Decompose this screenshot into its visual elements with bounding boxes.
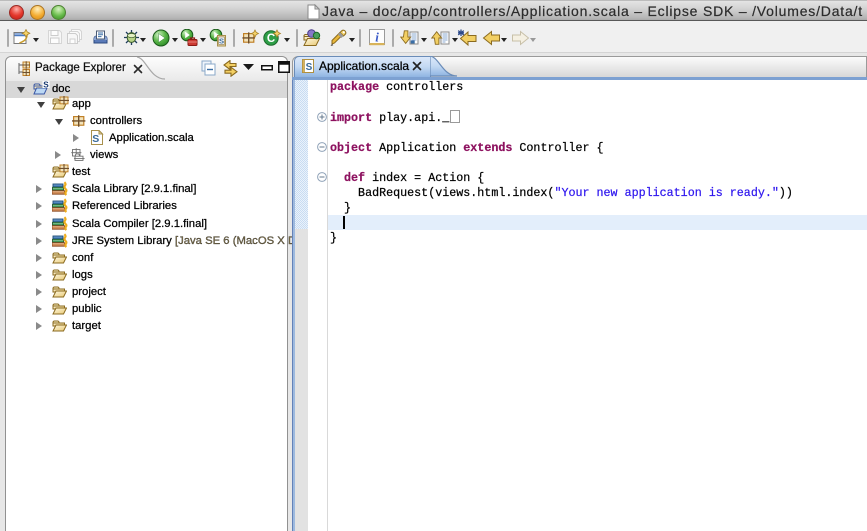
svg-text:i: i [375, 30, 379, 45]
svg-text:C: C [267, 33, 275, 45]
svg-text:S: S [306, 62, 313, 73]
svg-text:S: S [219, 36, 224, 45]
